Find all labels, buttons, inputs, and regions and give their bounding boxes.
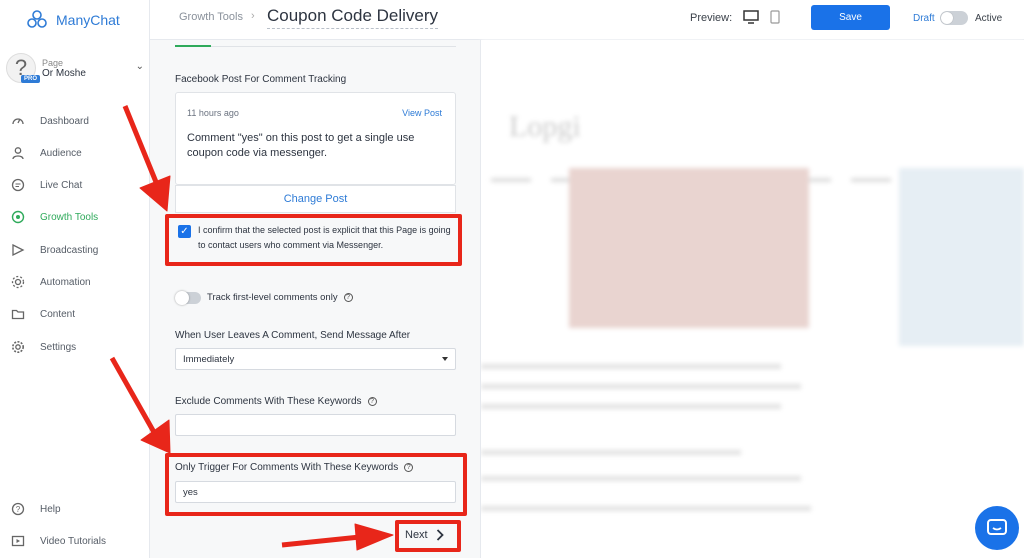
- automation-icon: [10, 274, 26, 290]
- chat-bubble-icon: [987, 519, 1007, 535]
- exclude-keywords-label: Exclude Comments With These Keywords?: [175, 396, 377, 407]
- help-circle-icon[interactable]: ?: [343, 293, 353, 302]
- sidebar-item-help[interactable]: ? Help: [10, 498, 61, 520]
- sidebar-item-label: Automation: [40, 276, 91, 288]
- send-after-label: When User Leaves A Comment, Send Message…: [175, 330, 411, 341]
- person-icon: [10, 145, 26, 161]
- sidebar-item-growth-tools[interactable]: Growth Tools: [10, 206, 98, 228]
- annotation-box-next: [395, 520, 461, 552]
- preview-label: Preview:: [690, 12, 733, 24]
- chevron-down-icon: ⌄: [135, 61, 144, 72]
- sidebar-item-label: Settings: [40, 341, 77, 353]
- desktop-icon[interactable]: [743, 10, 759, 29]
- change-post-button[interactable]: Change Post: [175, 185, 456, 213]
- breadcrumb[interactable]: Growth Tools: [179, 11, 243, 23]
- sidebar-item-label: Audience: [40, 147, 82, 159]
- send-after-value: Immediately: [183, 354, 235, 365]
- sidebar-item-automation[interactable]: Automation: [10, 271, 91, 293]
- active-label: Active: [975, 13, 1003, 24]
- post-timestamp: 11 hours ago: [187, 108, 239, 118]
- page-title[interactable]: Coupon Code Delivery: [267, 6, 439, 29]
- sidebar-item-label: Dashboard: [40, 115, 89, 127]
- sidebar-item-broadcasting[interactable]: Broadcasting: [10, 239, 98, 261]
- post-section-label: Facebook Post For Comment Tracking: [175, 74, 347, 85]
- page-name: Or Moshe: [42, 67, 86, 79]
- selected-post-card: 11 hours ago View Post Comment "yes" on …: [175, 92, 456, 185]
- annotation-box-keywords: [165, 453, 467, 516]
- track-first-level-toggle[interactable]: [175, 291, 201, 305]
- exclude-keywords-text: Exclude Comments With These Keywords: [175, 396, 362, 407]
- sidebar-item-label: Content: [40, 308, 76, 320]
- sidebar-item-label: Help: [40, 503, 61, 515]
- chat-icon: [10, 177, 26, 193]
- sidebar-item-content[interactable]: Content: [10, 303, 75, 325]
- exclude-keywords-input[interactable]: [175, 414, 456, 436]
- mobile-icon[interactable]: [770, 10, 780, 29]
- sidebar: ManyChat ? PRO Page Or Moshe ⌄ Dashboard…: [0, 0, 150, 558]
- save-button[interactable]: Save: [811, 5, 890, 30]
- folder-icon: [10, 306, 26, 322]
- avatar: ? PRO: [6, 53, 41, 83]
- gauge-icon: [10, 113, 26, 129]
- manychat-logo-icon: [27, 10, 47, 28]
- send-after-select[interactable]: Immediately: [175, 348, 456, 370]
- help-icon: ?: [10, 501, 26, 517]
- chevron-right-icon: ›: [251, 10, 255, 22]
- blurred-page-preview: Lopgi: [481, 40, 1024, 558]
- top-header: Growth Tools › Coupon Code Delivery Prev…: [150, 0, 1024, 40]
- post-text: Comment "yes" on this post to get a sing…: [187, 132, 415, 159]
- view-post-link[interactable]: View Post: [402, 108, 442, 118]
- send-icon: [10, 242, 26, 258]
- track-first-level-text: Track first-level comments only: [207, 292, 338, 303]
- help-circle-icon[interactable]: ?: [367, 397, 377, 406]
- support-chat-button[interactable]: [975, 506, 1019, 550]
- draft-active-toggle[interactable]: [940, 11, 968, 25]
- pro-badge: PRO: [21, 75, 41, 83]
- page-label: Page: [42, 57, 64, 68]
- sidebar-item-label: Broadcasting: [40, 244, 99, 256]
- app-name: ManyChat: [56, 12, 120, 28]
- caret-down-icon: [442, 357, 448, 361]
- sidebar-item-label: Video Tutorials: [40, 535, 106, 547]
- draft-label: Draft: [913, 13, 935, 24]
- annotation-box-confirm: [165, 214, 462, 266]
- track-first-level-label: Track first-level comments only?: [207, 292, 353, 303]
- video-icon: [10, 533, 26, 549]
- sidebar-item-settings[interactable]: Settings: [10, 336, 76, 358]
- manychat-logo[interactable]: ManyChat: [26, 9, 120, 31]
- growth-icon: [10, 209, 26, 225]
- sidebar-item-dashboard[interactable]: Dashboard: [10, 110, 89, 132]
- tab-indicator: [175, 45, 456, 47]
- sidebar-item-audience[interactable]: Audience: [10, 142, 82, 164]
- sidebar-item-video-tutorials[interactable]: Video Tutorials: [10, 530, 106, 552]
- svg-text:?: ?: [16, 505, 21, 514]
- sidebar-item-live-chat[interactable]: Live Chat: [10, 174, 82, 196]
- page-selector[interactable]: ? PRO Page Or Moshe ⌄: [6, 50, 146, 86]
- sidebar-item-label: Growth Tools: [40, 211, 99, 223]
- sidebar-item-label: Live Chat: [40, 179, 83, 191]
- gear-icon: [10, 339, 26, 355]
